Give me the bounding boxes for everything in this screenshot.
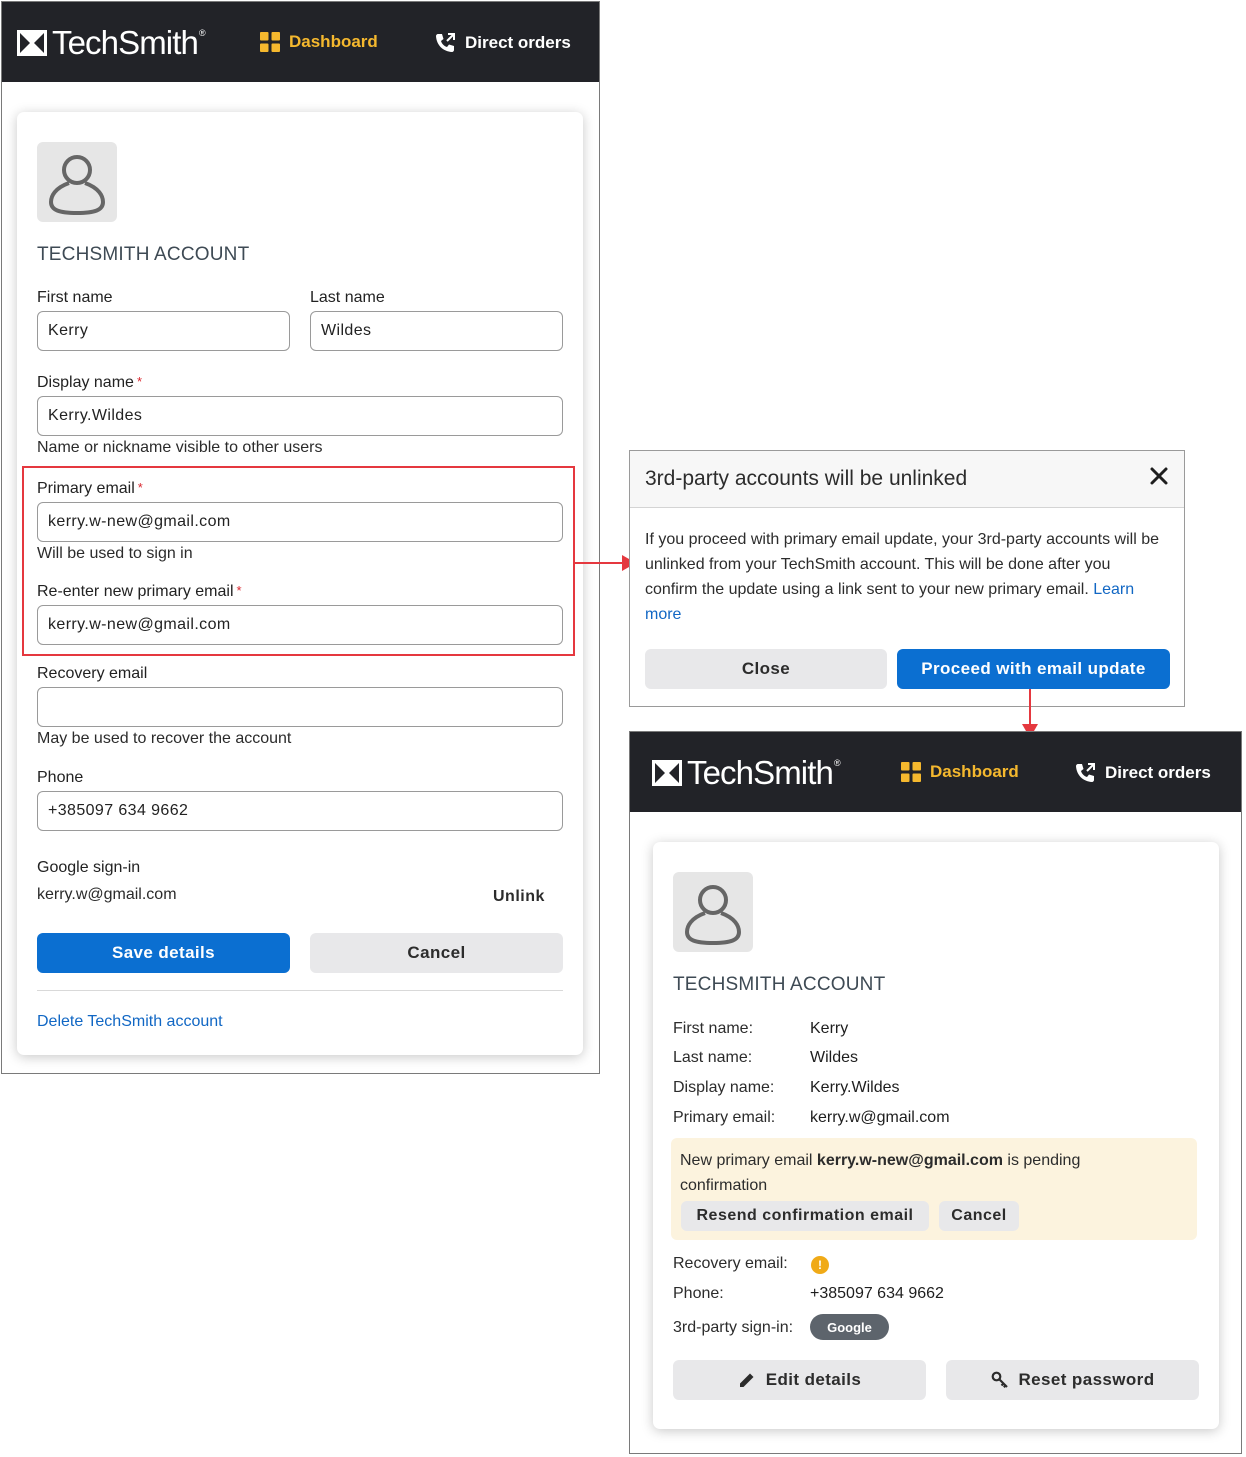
- recovery-email-hint: May be used to recover the account: [37, 730, 292, 747]
- display-name-label-text: Display name: [37, 374, 134, 391]
- modal-body-text: If you proceed with primary email update…: [645, 531, 1160, 598]
- unlink-button[interactable]: Unlink: [493, 888, 545, 906]
- phone-icon: [1076, 763, 1095, 782]
- arrow-to-modal: [575, 562, 625, 564]
- brand-reg: ®: [833, 758, 841, 768]
- modal-title: 3rd-party accounts will be unlinked: [645, 467, 968, 490]
- account-summary-panel: TechSmith ® Dashboard Direct orders TECH…: [629, 731, 1242, 1454]
- google-signin-label: Google sign-in: [37, 859, 141, 876]
- brand-name: TechSmith: [687, 754, 834, 791]
- nav-direct-orders-label: Direct orders: [465, 33, 571, 52]
- divider: [37, 990, 563, 991]
- account-title: TECHSMITH ACCOUNT: [37, 244, 250, 265]
- proceed-email-update-button[interactable]: Proceed with email update: [897, 649, 1170, 689]
- phone-input[interactable]: +385097 634 9662: [37, 791, 563, 831]
- display-name-value: Kerry.Wildes: [810, 1079, 900, 1096]
- phone-label: Phone:: [673, 1285, 724, 1302]
- display-name-label: Display name:: [673, 1079, 775, 1096]
- arrow-to-summary: [1029, 689, 1031, 727]
- grid-icon: [901, 762, 921, 782]
- pending-email-text: New primary email kerry.w-new@gmail.com …: [680, 1148, 1150, 1198]
- nav-direct-orders-label: Direct orders: [1105, 763, 1211, 782]
- first-name-label: First name:: [673, 1020, 754, 1037]
- resend-confirmation-button[interactable]: Resend confirmation email: [681, 1201, 929, 1231]
- recovery-email-label: Recovery email:: [673, 1255, 788, 1272]
- user-icon: [684, 885, 742, 946]
- unlink-warning-modal: 3rd-party accounts will be unlinked If y…: [629, 450, 1185, 707]
- display-name-hint: Name or nickname visible to other users: [37, 439, 323, 456]
- required-mark: *: [136, 374, 142, 389]
- techsmith-logo[interactable]: TechSmith ®: [17, 24, 206, 62]
- nav-direct-orders[interactable]: Direct orders: [1074, 762, 1211, 784]
- warning-icon: !: [811, 1256, 829, 1274]
- primary-email-label: Primary email:: [673, 1109, 776, 1126]
- account-title: TECHSMITH ACCOUNT: [673, 974, 886, 995]
- techsmith-logo-icon: [17, 30, 47, 56]
- save-details-button[interactable]: Save details: [37, 933, 290, 973]
- modal-close-button[interactable]: [1148, 465, 1170, 487]
- last-name-label: Last name: [310, 289, 385, 306]
- brand-reg: ®: [198, 28, 206, 38]
- display-name-label: Display name *: [37, 374, 142, 392]
- recovery-email-label: Recovery email: [37, 665, 148, 682]
- pencil-icon: [739, 1373, 754, 1387]
- google-badge: Google: [810, 1314, 889, 1340]
- nav-dashboard[interactable]: Dashboard: [901, 762, 1019, 782]
- last-name-label: Last name:: [673, 1049, 753, 1066]
- user-icon: [48, 155, 106, 216]
- last-name-input[interactable]: Wildes: [310, 311, 563, 351]
- modal-close-action-button[interactable]: Close: [645, 649, 887, 689]
- first-name-label: First name: [37, 289, 113, 306]
- key-icon: [991, 1371, 1008, 1388]
- phone-value: +385097 634 9662: [810, 1285, 944, 1302]
- first-name-input[interactable]: Kerry: [37, 311, 290, 351]
- cancel-pending-button[interactable]: Cancel: [939, 1201, 1019, 1231]
- first-name-value: Kerry: [810, 1020, 849, 1037]
- recovery-email-input[interactable]: [37, 687, 563, 727]
- google-signin-email: kerry.w@gmail.com: [37, 886, 177, 903]
- phone-icon: [436, 33, 455, 52]
- top-navbar: TechSmith ® Dashboard Direct orders: [2, 2, 599, 82]
- techsmith-logo-icon: [652, 760, 682, 786]
- nav-direct-orders[interactable]: Direct orders: [434, 32, 571, 54]
- delete-account-link[interactable]: Delete TechSmith account: [37, 1013, 223, 1031]
- brand-name: TechSmith: [52, 24, 199, 61]
- pending-email: kerry.w-new@gmail.com: [816, 1152, 1003, 1169]
- grid-icon: [260, 32, 280, 52]
- techsmith-logo[interactable]: TechSmith ®: [652, 754, 841, 792]
- account-summary-card: TECHSMITH ACCOUNT First name: Kerry Last…: [653, 842, 1219, 1429]
- pending-email-notice: New primary email kerry.w-new@gmail.com …: [671, 1138, 1197, 1240]
- modal-body: If you proceed with primary email update…: [645, 527, 1165, 627]
- reset-password-label: Reset password: [1018, 1370, 1155, 1389]
- email-fields-highlight: [22, 466, 575, 656]
- primary-email-value: kerry.w@gmail.com: [810, 1109, 950, 1126]
- close-icon: [1150, 467, 1168, 485]
- edit-details-button[interactable]: Edit details: [673, 1360, 926, 1400]
- nav-dashboard-label: Dashboard: [930, 762, 1019, 781]
- avatar: [673, 872, 753, 952]
- pending-prefix: New primary email: [680, 1152, 813, 1169]
- nav-dashboard[interactable]: Dashboard: [260, 32, 378, 52]
- last-name-value: Wildes: [810, 1049, 859, 1066]
- edit-details-label: Edit details: [765, 1370, 862, 1389]
- cancel-button[interactable]: Cancel: [310, 933, 563, 973]
- avatar: [37, 142, 117, 222]
- nav-dashboard-label: Dashboard: [289, 32, 378, 51]
- third-party-label: 3rd-party sign-in:: [673, 1319, 794, 1336]
- top-navbar: TechSmith ® Dashboard Direct orders: [630, 732, 1241, 812]
- phone-label: Phone: [37, 769, 84, 786]
- modal-header: 3rd-party accounts will be unlinked: [630, 451, 1184, 508]
- display-name-input[interactable]: Kerry.Wildes: [37, 396, 563, 436]
- reset-password-button[interactable]: Reset password: [946, 1360, 1199, 1400]
